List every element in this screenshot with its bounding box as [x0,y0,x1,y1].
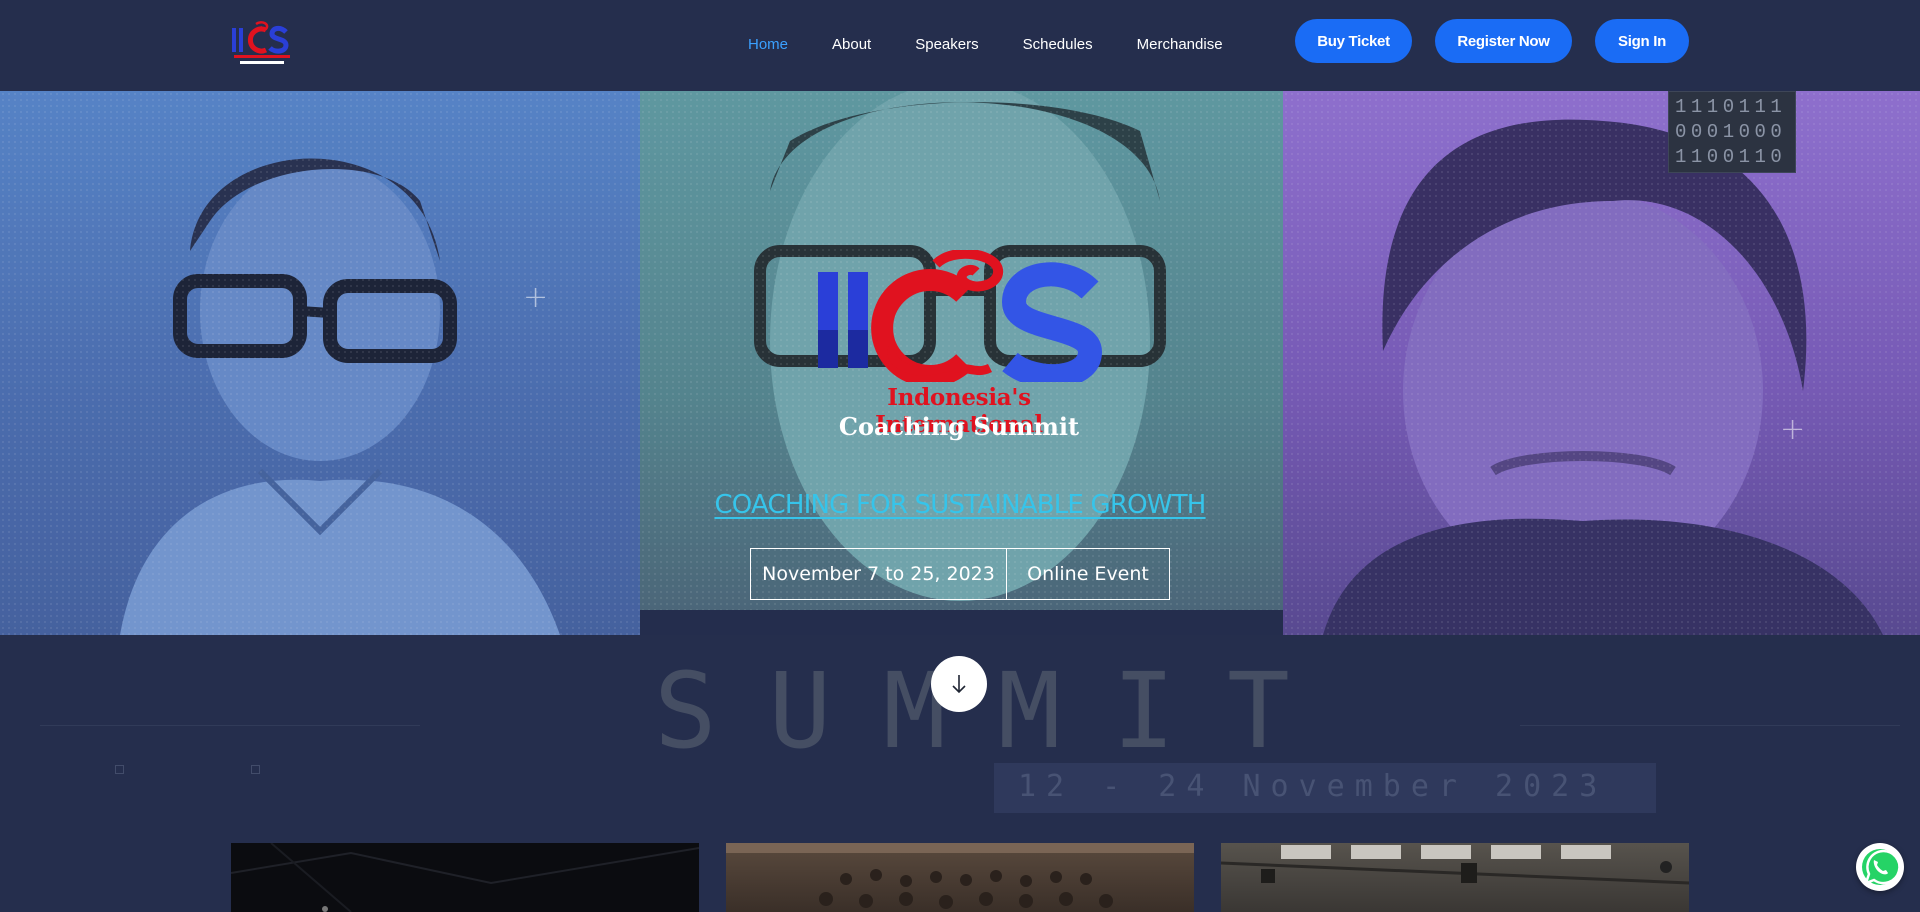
event-date: November 7 to 25, 2023 [751,549,1007,599]
scroll-down-button[interactable] [931,656,987,712]
hero-subtitle-link[interactable]: COACHING FOR SUSTAINABLE GROWTH [600,490,1320,520]
square-decoration [115,765,124,774]
event-photo-card[interactable] [231,843,699,912]
nav-link-schedules[interactable]: Schedules [1023,30,1093,60]
hero-summit-logo: Indonesia's International Coaching Summi… [814,250,1104,460]
whatsapp-icon [1862,849,1901,886]
plus-decoration: + [523,280,549,315]
event-photo-card[interactable] [726,843,1194,912]
nav-link-merchandise[interactable]: Merchandise [1137,30,1223,60]
binary-code-decoration: 1110111 0001000 1100110 [1668,91,1796,173]
event-info-box: November 7 to 25, 2023 Online Event [750,548,1170,600]
hero-logo-line2: Coaching Summit [838,412,1080,441]
line-decoration [40,725,420,726]
hero-logo-mark [818,250,1103,382]
event-type: Online Event [1027,563,1149,585]
site-logo[interactable] [228,20,296,70]
sign-in-button[interactable]: Sign In [1595,19,1689,63]
buy-ticket-button[interactable]: Buy Ticket [1295,19,1412,63]
event-photo-card[interactable] [1221,843,1689,912]
line-decoration [1520,725,1900,726]
summit-background-text: SUMMIT [654,650,1342,772]
nav-link-home[interactable]: Home [748,30,788,60]
nav-link-speakers[interactable]: Speakers [915,30,978,60]
square-decoration [251,765,260,774]
ghost-date-text: 12 - 24 November 2023 [1018,769,1608,804]
nav-link-about[interactable]: About [832,30,871,60]
whatsapp-chat-button[interactable] [1856,843,1904,891]
arrow-down-icon [952,675,966,694]
register-now-button[interactable]: Register Now [1435,19,1572,63]
main-nav: Home About Speakers Schedules Merchandis… [748,30,1267,60]
plus-decoration: + [1780,412,1806,447]
top-navbar: Home About Speakers Schedules Merchandis… [0,0,1920,91]
